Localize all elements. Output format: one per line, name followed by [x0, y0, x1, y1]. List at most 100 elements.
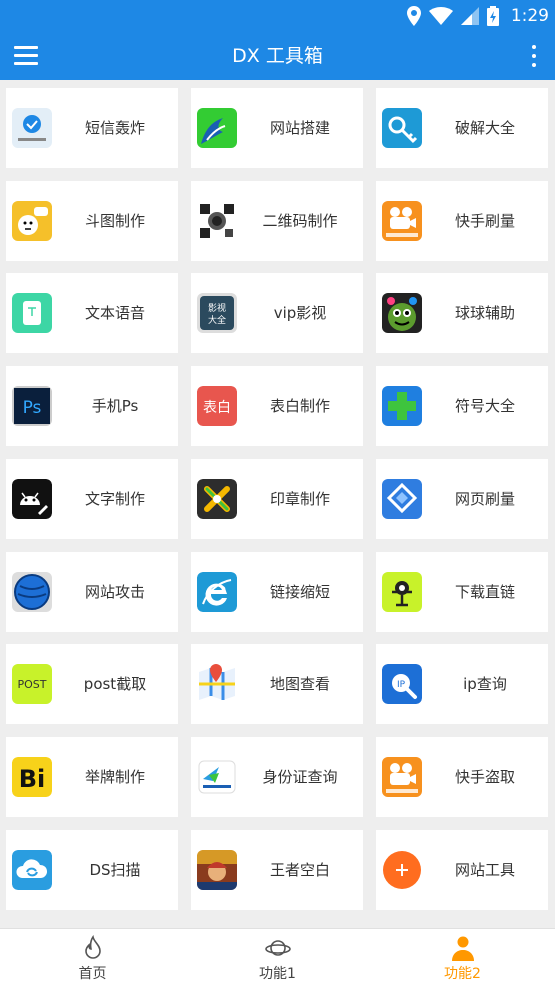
- tool-card[interactable]: 网页刷量: [376, 459, 548, 539]
- tool-card[interactable]: 网站搭建: [191, 88, 363, 168]
- tool-label: 印章制作: [269, 490, 330, 508]
- kuaishou-icon: [382, 757, 422, 797]
- tool-card[interactable]: 短信轰炸: [6, 88, 178, 168]
- tool-label: 网站工具: [454, 861, 515, 879]
- tool-card[interactable]: 身份证查询: [191, 737, 363, 817]
- id-card-icon: [197, 757, 237, 797]
- tool-card[interactable]: 网站工具: [376, 830, 548, 910]
- svg-text:IP: IP: [397, 680, 406, 690]
- nav-feature2-label: 功能2: [444, 966, 481, 982]
- key-icon: [382, 108, 422, 148]
- nav-home[interactable]: 首页: [0, 929, 185, 989]
- post-icon: POST: [12, 664, 52, 704]
- text-speech-icon: [12, 293, 52, 333]
- tool-label: 表白制作: [269, 397, 330, 415]
- tool-label: 快手盗取: [454, 768, 515, 786]
- tool-card[interactable]: 影视 大全 vip影视: [191, 273, 363, 353]
- tool-card[interactable]: 链接缩短: [191, 552, 363, 632]
- love-note-icon: 表白: [197, 386, 237, 426]
- sms-bomb-icon: [12, 108, 52, 148]
- svg-text:大全: 大全: [208, 314, 226, 326]
- nav-feature1[interactable]: 功能1: [185, 929, 370, 989]
- nav-home-label: 首页: [78, 966, 107, 982]
- tool-label: 链接缩短: [269, 583, 330, 601]
- svg-text:表白: 表白: [203, 400, 231, 416]
- tool-label: 符号大全: [454, 397, 515, 415]
- tool-card[interactable]: 斗图制作: [6, 181, 178, 261]
- status-icons: 1:29: [406, 0, 549, 32]
- tool-card[interactable]: IP ip查询: [376, 644, 548, 724]
- tool-card[interactable]: 网站攻击: [6, 552, 178, 632]
- tool-label: 文字制作: [84, 490, 145, 508]
- more-options-icon[interactable]: [527, 42, 541, 70]
- tool-label: 下载直链: [454, 583, 515, 601]
- android-pen-icon: [12, 479, 52, 519]
- movie-icon: 影视 大全: [197, 293, 237, 333]
- download-bot-icon: [382, 572, 422, 612]
- svg-text:影视: 影视: [208, 302, 226, 314]
- tool-label: 破解大全: [454, 119, 515, 137]
- wave-icon: [197, 108, 237, 148]
- status-time: 1:29: [510, 6, 549, 26]
- tool-label: ip查询: [463, 675, 507, 693]
- tool-card[interactable]: 球球辅助: [376, 273, 548, 353]
- tool-label: 王者空白: [269, 861, 330, 879]
- tool-card[interactable]: DS扫描: [6, 830, 178, 910]
- tool-card[interactable]: Ps 手机Ps: [6, 366, 178, 446]
- tool-card[interactable]: 破解大全: [376, 88, 548, 168]
- globe-icon: [12, 572, 52, 612]
- person-icon: [452, 936, 474, 961]
- tool-label: 身份证查询: [262, 768, 338, 786]
- battery-icon: [486, 6, 499, 26]
- bi-sign-icon: Bi: [12, 757, 52, 797]
- tool-card[interactable]: 下载直链: [376, 552, 548, 632]
- photoshop-icon: Ps: [12, 386, 52, 426]
- tool-card[interactable]: POST post截取: [6, 644, 178, 724]
- tool-label: 快手刷量: [454, 212, 515, 230]
- tool-label: 网站搭建: [269, 119, 330, 137]
- tool-card[interactable]: 文字制作: [6, 459, 178, 539]
- tool-card[interactable]: 表白 表白制作: [191, 366, 363, 446]
- cube-icon: [382, 479, 422, 519]
- tool-card[interactable]: 二维码制作: [191, 181, 363, 261]
- plus-symbol-icon: [382, 386, 422, 426]
- kuaishou-icon: [382, 201, 422, 241]
- app-title: DX 工具箱: [232, 45, 323, 67]
- location-icon: [406, 6, 421, 26]
- ip-search-icon: IP: [382, 664, 422, 704]
- tool-label: 手机Ps: [91, 397, 139, 415]
- flame-icon: [85, 935, 101, 959]
- tool-label: 地图查看: [269, 675, 330, 693]
- tool-label: 网页刷量: [454, 490, 515, 508]
- tool-card[interactable]: 王者空白: [191, 830, 363, 910]
- meme-icon: [12, 201, 52, 241]
- add-circle-icon: [382, 850, 422, 890]
- nav-feature1-label: 功能1: [259, 966, 296, 982]
- tool-card[interactable]: 快手刷量: [376, 181, 548, 261]
- app-bar: DX 工具箱: [0, 32, 555, 80]
- tool-card[interactable]: 文本语音: [6, 273, 178, 353]
- tool-card[interactable]: 快手盗取: [376, 737, 548, 817]
- game-hero-icon: [197, 850, 237, 890]
- status-bar: 1:29: [0, 0, 555, 32]
- ie-browser-icon: [197, 572, 237, 612]
- stamp-icon: [197, 479, 237, 519]
- planet-icon: [265, 940, 291, 956]
- map-icon: [197, 664, 237, 704]
- svg-text:Bi: Bi: [19, 765, 46, 793]
- tool-card[interactable]: 地图查看: [191, 644, 363, 724]
- tool-label: 斗图制作: [84, 212, 145, 230]
- tool-label: vip影视: [273, 304, 327, 322]
- signal-icon: [460, 7, 479, 25]
- tool-card[interactable]: 印章制作: [191, 459, 363, 539]
- wifi-icon: [428, 7, 453, 25]
- tool-label: 短信轰炸: [84, 119, 145, 137]
- tool-card[interactable]: Bi 举牌制作: [6, 737, 178, 817]
- svg-text:POST: POST: [18, 678, 47, 691]
- tool-label: 文本语音: [84, 304, 145, 322]
- tool-label: 球球辅助: [454, 304, 515, 322]
- nav-feature2[interactable]: 功能2: [370, 929, 555, 989]
- tool-card[interactable]: 符号大全: [376, 366, 548, 446]
- tool-label: 二维码制作: [262, 212, 338, 230]
- ball-game-icon: [382, 293, 422, 333]
